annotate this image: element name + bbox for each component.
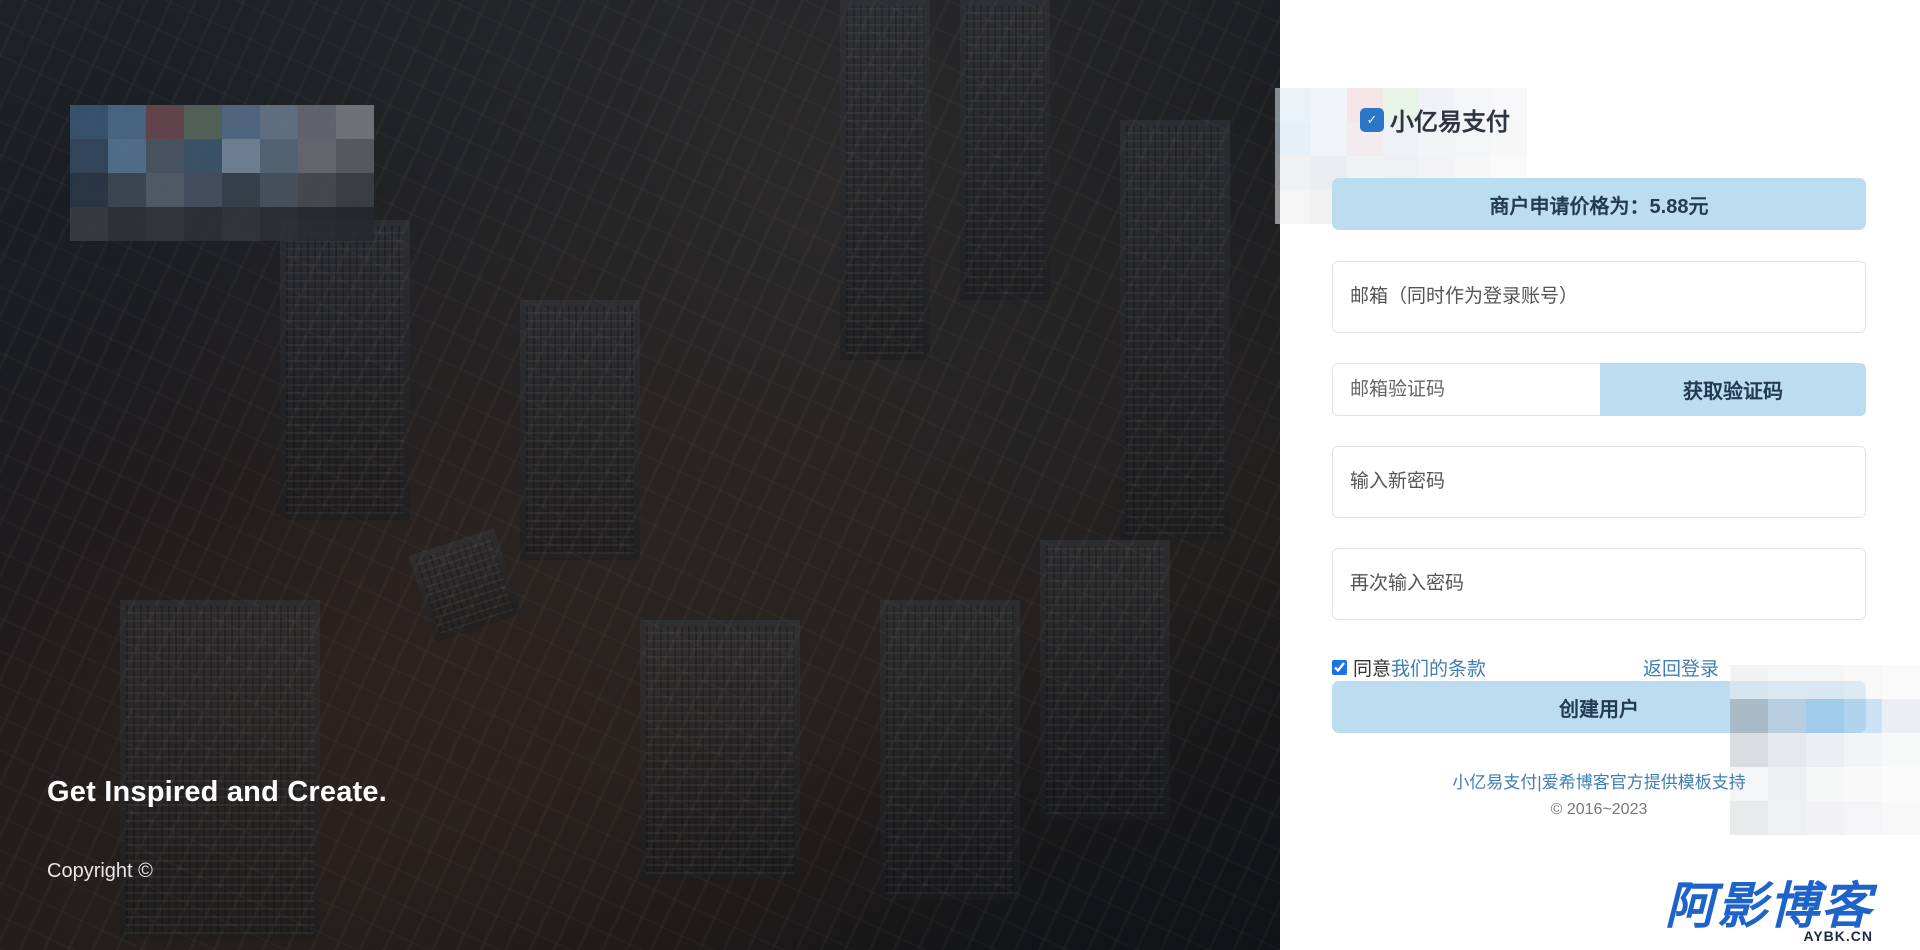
brand-name: 小亿易支付 bbox=[1390, 109, 1510, 136]
confirm-password-field[interactable] bbox=[1332, 548, 1866, 620]
brand: ✓ 小亿易支付 bbox=[1360, 102, 1510, 137]
watermark-sub: AYBK.CN bbox=[1803, 928, 1873, 944]
hero-tagline: Get Inspired and Create. bbox=[47, 776, 387, 808]
agree-terms-row: 同意 我们的条款 bbox=[1332, 654, 1486, 681]
back-to-login-link[interactable]: 返回登录 bbox=[1643, 654, 1719, 681]
terms-link[interactable]: 我们的条款 bbox=[1391, 654, 1486, 681]
hero-background: Get Inspired and Create. Copyright © bbox=[0, 0, 1280, 950]
watermark-main: 阿影博客 bbox=[1665, 878, 1873, 934]
agree-checkbox[interactable] bbox=[1332, 660, 1347, 675]
email-code-input[interactable] bbox=[1332, 363, 1600, 416]
template-support-text: 小亿易支付|爱希博客官方提供模板支持 bbox=[1452, 773, 1746, 792]
watermark-logo: 阿影博客 AYBK.CN bbox=[1665, 880, 1873, 944]
new-password-field[interactable] bbox=[1332, 446, 1866, 518]
email-field[interactable] bbox=[1332, 261, 1866, 333]
footer-copyright: © 2016~2023 bbox=[1550, 801, 1648, 818]
get-code-button[interactable]: 获取验证码 bbox=[1600, 363, 1866, 416]
shield-icon: ✓ bbox=[1360, 107, 1384, 132]
price-notice: 商户申请价格为：5.88元 bbox=[1332, 178, 1866, 230]
verification-code-row: 获取验证码 bbox=[1332, 363, 1866, 416]
hero-copyright: Copyright © bbox=[47, 860, 153, 882]
agree-label: 同意 bbox=[1353, 659, 1392, 680]
blurred-region bbox=[70, 105, 374, 241]
